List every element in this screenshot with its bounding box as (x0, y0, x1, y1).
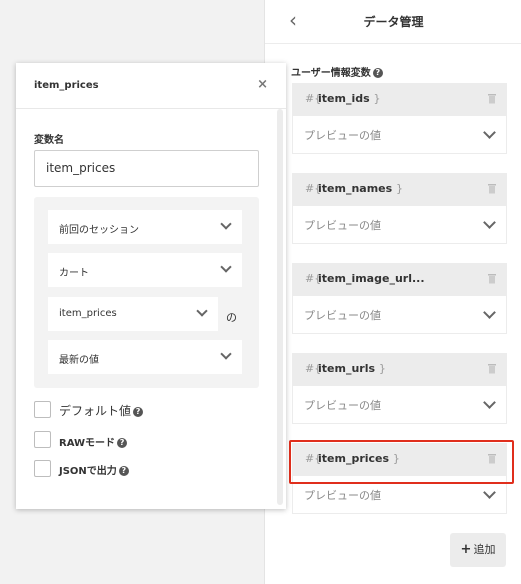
chevron-down-icon (483, 306, 496, 319)
variable-name: item_names } (318, 182, 403, 195)
json-output-checkbox[interactable] (34, 460, 51, 477)
key-select-value: item_prices (59, 308, 117, 319)
variable-card: #{ item_ids } プレビューの値 (292, 83, 507, 154)
json-output-label: JSONで出力? (59, 462, 129, 477)
key-select[interactable]: item_prices (48, 297, 218, 331)
variable-card-header[interactable]: #{ item_urls } (292, 353, 507, 386)
variable-card: #{ item_names } プレビューの値 (292, 173, 507, 244)
panel-header: ‹ データ管理 (265, 0, 521, 44)
data-management-panel: ‹ データ管理 ユーザー情報変数? #{ item_ids } プレビューの値 … (264, 0, 521, 584)
add-button-label: 追加 (473, 543, 496, 556)
section-label: ユーザー情報変数? (291, 64, 383, 79)
raw-mode-label-text: RAWモード (59, 438, 116, 449)
variable-card-header[interactable]: #{ item_image_url... (292, 263, 507, 296)
preview-value: プレビューの値 (304, 309, 381, 322)
modal-header: item_prices × (16, 63, 286, 109)
brace-suffix: } (373, 92, 381, 105)
variable-card-header[interactable]: #{ item_ids } (292, 83, 507, 116)
variable-name-label: 変数名 (34, 135, 64, 146)
variable-name: item_ids } (318, 92, 381, 105)
close-icon[interactable]: × (257, 77, 268, 92)
chevron-down-icon (220, 261, 232, 273)
chevron-down-icon (220, 348, 232, 360)
trash-icon[interactable] (487, 93, 497, 104)
brace-suffix: } (396, 182, 404, 195)
brace-suffix: } (378, 362, 386, 375)
plus-icon: + (460, 542, 472, 557)
chevron-down-icon (196, 305, 208, 317)
latest-select[interactable]: 最新の値 (48, 340, 242, 374)
selected-variable-highlight (289, 440, 514, 484)
preview-value: プレビューの値 (304, 489, 381, 502)
json-output-label-text: JSONで出力 (59, 466, 117, 477)
variable-name-input[interactable]: item_prices (34, 150, 259, 187)
preview-select[interactable]: プレビューの値 (292, 296, 507, 334)
help-icon[interactable]: ? (118, 466, 129, 476)
trash-icon[interactable] (487, 183, 497, 194)
variable-name-text: item_names (318, 182, 393, 195)
chevron-down-icon (483, 216, 496, 229)
modal-title: item_prices (34, 80, 99, 91)
variable-name: item_image_url... (318, 272, 425, 285)
chevron-down-icon (483, 486, 496, 499)
variable-name-text: item_ids (318, 92, 370, 105)
default-value-label: デフォルト値? (59, 402, 144, 419)
session-select[interactable]: 前回のセッション (48, 210, 242, 244)
preview-select[interactable]: プレビューの値 (292, 206, 507, 244)
cart-select-value: カート (59, 268, 89, 279)
panel-title: データ管理 (363, 15, 424, 29)
add-button[interactable]: + 追加 (450, 533, 506, 567)
preview-select[interactable]: プレビューの値 (292, 386, 507, 424)
variable-editor-modal: item_prices × 変数名 item_prices 前回のセッション カ… (16, 63, 286, 509)
preview-select[interactable]: プレビューの値 (292, 116, 507, 154)
preview-value: プレビューの値 (304, 399, 381, 412)
variable-card-header[interactable]: #{ item_names } (292, 173, 507, 206)
variable-card: #{ item_image_url... プレビューの値 (292, 263, 507, 334)
section-label-text: ユーザー情報変数 (291, 68, 371, 79)
source-config-box: 前回のセッション カート item_prices 最新の値 (34, 197, 259, 388)
preview-value: プレビューの値 (304, 219, 381, 232)
default-value-checkbox[interactable] (34, 401, 51, 418)
variable-card: #{ item_urls } プレビューの値 (292, 353, 507, 424)
variable-name: item_urls } (318, 362, 386, 375)
preview-value: プレビューの値 (304, 129, 381, 142)
help-icon[interactable]: ? (372, 68, 383, 78)
cart-select[interactable]: カート (48, 253, 242, 287)
latest-select-value: 最新の値 (59, 355, 99, 366)
help-icon[interactable]: ? (117, 438, 128, 448)
variable-name-text: item_image_url... (318, 272, 425, 285)
variable-name-text: item_urls (318, 362, 376, 375)
default-value-label-text: デフォルト値 (59, 404, 132, 418)
key-suffix-label: の (226, 311, 237, 324)
trash-icon[interactable] (487, 273, 497, 284)
scrollbar[interactable] (277, 109, 283, 505)
raw-mode-label: RAWモード? (59, 434, 128, 449)
chevron-down-icon (483, 126, 496, 139)
trash-icon[interactable] (487, 363, 497, 374)
chevron-down-icon (220, 218, 232, 230)
raw-mode-checkbox[interactable] (34, 431, 51, 448)
session-select-value: 前回のセッション (59, 225, 139, 236)
chevron-down-icon (483, 396, 496, 409)
help-icon[interactable]: ? (133, 407, 144, 417)
